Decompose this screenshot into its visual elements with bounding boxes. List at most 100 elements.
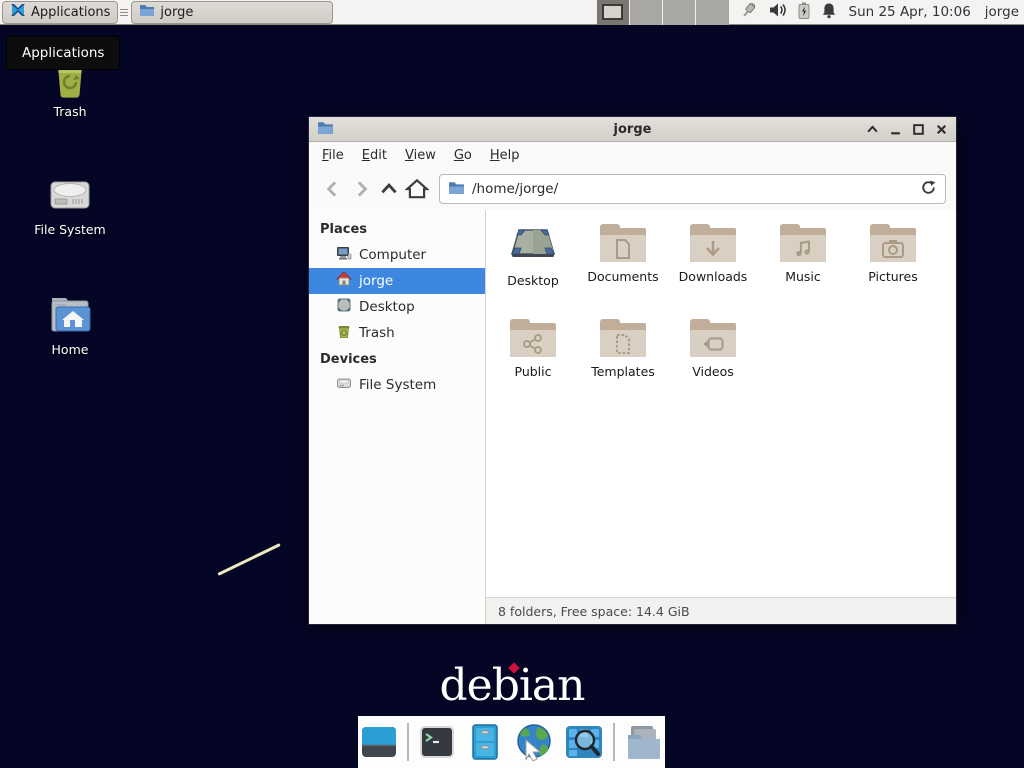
directory-menu-icon[interactable] [623,723,665,761]
applications-menu-label: Applications [31,5,110,20]
user-home-icon [336,271,352,291]
workspace-window-thumbnail [602,4,623,20]
maximize-button[interactable] [912,123,925,136]
path-bar[interactable]: /home/jorge/ [439,174,946,204]
file-item-label: Public [515,364,552,379]
applications-tooltip: Applications [6,36,120,70]
file-item-label: Desktop [507,273,559,288]
file-item-label: Videos [692,364,734,379]
dock-panel [358,716,665,768]
sidebar-item-label: Trash [359,325,395,341]
file-item-label: Music [785,269,821,284]
file-item-label: Downloads [679,269,748,284]
file-manager-window: jorge File Edit View Go Help [308,116,957,625]
applications-menu-button[interactable]: Applications [2,1,118,24]
file-item-templates[interactable]: Templates [578,319,668,414]
up-button[interactable] [375,175,403,203]
menu-view[interactable]: View [396,144,445,167]
panel-username[interactable]: jorge [985,4,1019,20]
desktop-place-icon [336,297,352,317]
panel-grip[interactable] [120,4,128,20]
terminal-icon[interactable] [417,723,457,761]
workspace-1[interactable] [597,0,630,25]
shade-button[interactable] [866,123,879,136]
sidebar-item-computer[interactable]: Computer [309,242,485,268]
sidebar-item-jorge[interactable]: jorge [309,268,485,294]
home-folder-icon [15,290,125,338]
menu-file[interactable]: File [313,144,353,167]
menu-edit[interactable]: Edit [353,144,396,167]
devices-header: Devices [309,346,485,372]
statusbar-text: 8 folders, Free space: 14.4 GiB [498,604,690,619]
taskbar-window-button[interactable]: jorge [131,1,333,24]
sidebar-item-desktop[interactable]: Desktop [309,294,485,320]
system-tray [739,1,837,23]
file-item-label: Pictures [868,269,918,284]
public-folder-icon [509,319,557,359]
show-desktop-icon[interactable] [359,723,399,761]
folder-icon [139,3,155,21]
path-folder-icon [448,180,465,199]
path-input[interactable]: /home/jorge/ [472,181,913,197]
file-item-label: Documents [587,269,658,284]
sidebar-item-file-system[interactable]: File System [309,372,485,398]
file-item-pictures[interactable]: Pictures [848,224,938,319]
close-button[interactable] [935,123,948,136]
sidebar: Places Computer [309,210,486,624]
workspace-2[interactable] [630,0,663,25]
drive-small-icon [336,375,352,395]
file-item-documents[interactable]: Documents [578,224,668,319]
workspace-4[interactable] [696,0,729,25]
file-item-public[interactable]: Public [488,319,578,414]
desktop-icon-file-system[interactable]: File System [15,170,125,237]
toolbar: /home/jorge/ [309,168,956,210]
battery-icon[interactable] [798,2,810,23]
dock-separator [613,723,615,761]
file-icon-view[interactable]: Desktop Documents [486,210,956,597]
statusbar: 8 folders, Free space: 14.4 GiB [486,597,956,624]
application-finder-icon[interactable] [563,723,605,761]
desktop-icon [509,224,557,268]
notifications-icon[interactable] [821,2,837,23]
menu-help[interactable]: Help [481,144,529,167]
templates-folder-icon [599,319,647,359]
wallpaper-swoosh-line [217,543,280,576]
window-title: jorge [309,122,956,137]
menubar: File Edit View Go Help [309,142,956,168]
workspace-switcher[interactable] [597,0,729,25]
music-folder-icon [779,224,827,264]
sidebar-item-label: Computer [359,247,426,263]
file-item-videos[interactable]: Videos [668,319,758,414]
network-icon[interactable] [739,1,758,23]
sidebar-item-label: jorge [359,273,393,289]
taskbar-window-label: jorge [160,5,193,20]
desktop-icon-home[interactable]: Home [15,290,125,357]
top-panel: Applications jorge [0,0,1024,25]
videos-folder-icon [689,319,737,359]
file-manager-icon[interactable] [465,723,505,761]
file-item-desktop[interactable]: Desktop [488,224,578,319]
download-folder-icon [689,224,737,264]
file-item-downloads[interactable]: Downloads [668,224,758,319]
file-item-label: Templates [591,364,655,379]
home-button[interactable] [403,175,431,203]
document-folder-icon [599,224,647,264]
minimize-button[interactable] [889,123,902,136]
forward-button[interactable] [347,175,375,203]
clock[interactable]: Sun 25 Apr, 10:06 [849,4,971,20]
computer-icon [336,245,352,265]
file-item-music[interactable]: Music [758,224,848,319]
web-browser-icon[interactable] [513,722,555,762]
desktop-icon-label: Trash [15,104,125,119]
titlebar[interactable]: jorge [309,117,956,142]
reload-icon[interactable] [920,179,937,200]
sidebar-item-label: File System [359,377,436,393]
desktop: Applications jorge [0,0,1024,768]
menu-go[interactable]: Go [445,144,481,167]
sidebar-item-trash[interactable]: Trash [309,320,485,346]
back-button[interactable] [319,175,347,203]
workspace-3[interactable] [663,0,696,25]
xfce-logo-icon [10,2,26,22]
volume-icon[interactable] [769,2,787,22]
hard-drive-icon [15,170,125,218]
